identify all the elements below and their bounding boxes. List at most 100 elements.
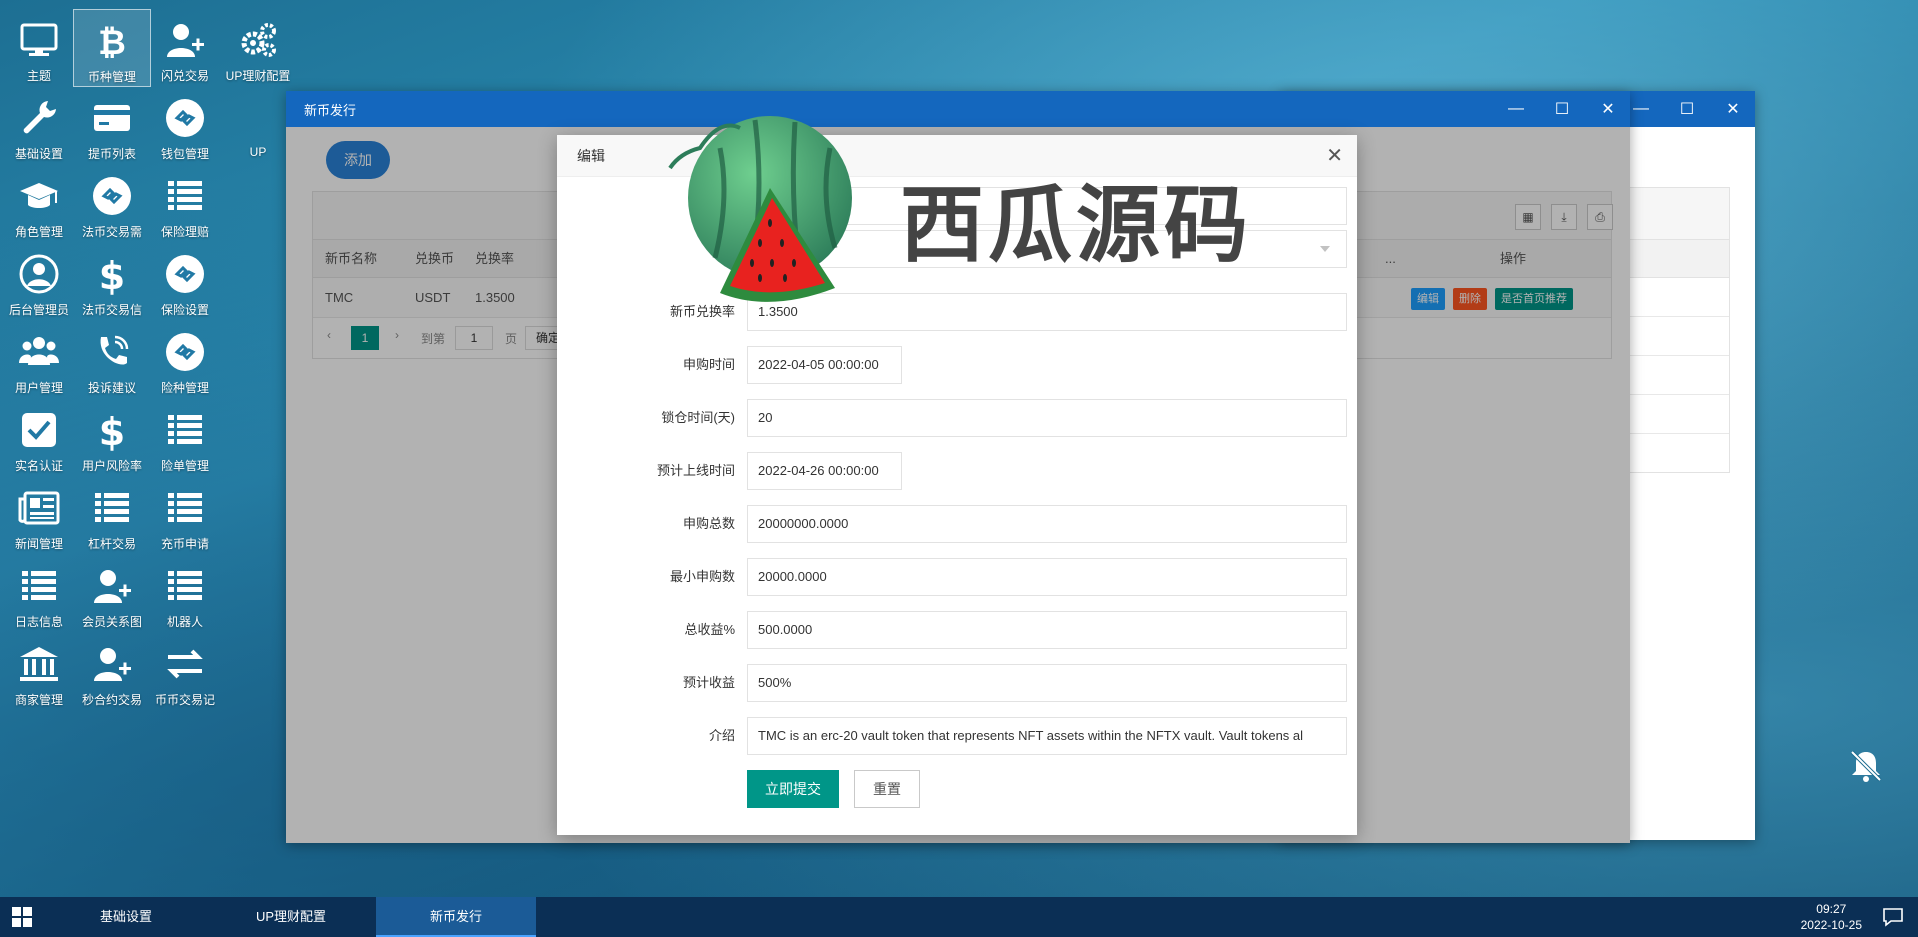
form-input[interactable]: 2022-04-05 00:00:00 xyxy=(747,346,902,384)
desktop-icon-item[interactable]: 实名认证 xyxy=(0,399,78,477)
form-input[interactable]: 20000000.0000 xyxy=(747,505,1347,543)
none xyxy=(235,95,281,141)
close-icon[interactable]: ✕ xyxy=(1326,135,1343,177)
svg-text:₿: ₿ xyxy=(98,23,126,62)
list-icon xyxy=(89,485,135,531)
currency-select[interactable] xyxy=(747,230,1347,268)
desktop-icon-item[interactable]: UP理财配置 xyxy=(219,9,297,87)
desktop-icon-label: 投诉建议 xyxy=(87,381,136,395)
desktop-icon-item[interactable]: 日志信息 xyxy=(0,555,78,633)
maximize-icon[interactable]: ☐ xyxy=(1679,99,1695,119)
desktop-icon-item[interactable]: ₿ 币种管理 xyxy=(73,9,151,87)
field-value: 500.0000 xyxy=(758,622,813,637)
desktop-icon-label: 险单管理 xyxy=(160,459,209,473)
field-label: 申购时间 xyxy=(682,357,735,372)
taskbar-item-basic-settings[interactable]: 基础设置 xyxy=(46,897,206,937)
field-label: 介绍 xyxy=(708,728,735,743)
form-input[interactable]: TMC is an erc-20 vault token that repres… xyxy=(747,717,1347,755)
form-input[interactable]: 1.3500 xyxy=(747,293,1347,331)
phone-icon xyxy=(89,329,135,375)
list-icon xyxy=(16,563,62,609)
gears-icon xyxy=(235,17,281,63)
form-row: 锁仓时间(天) 20 xyxy=(557,399,1357,437)
chat-icon[interactable] xyxy=(1882,907,1904,927)
form-input[interactable]: 500.0000 xyxy=(747,611,1347,649)
desktop-icon-item[interactable]: 角色管理 xyxy=(0,165,78,243)
desktop-icon-label: 法币交易信 xyxy=(81,303,142,317)
desktop-icon-item[interactable]: 险种管理 xyxy=(146,321,224,399)
edit-dialog[interactable]: 编辑 ✕ 新币新币兑换率 1.3500 申购时间 2022-04-05 00:00:0… xyxy=(557,135,1357,835)
list-icon xyxy=(162,407,208,453)
desktop-icon-item[interactable]: 商家管理 xyxy=(0,633,78,711)
desktop-icon-item[interactable]: 法币交易需 xyxy=(73,165,151,243)
desktop-icon-item[interactable]: 币币交易记 xyxy=(146,633,224,711)
submit-button[interactable]: 立即提交 xyxy=(747,770,839,808)
dialog-title: 编辑 xyxy=(577,148,605,164)
desktop-icon-item[interactable]: 充币申请 xyxy=(146,477,224,555)
close-icon[interactable]: ✕ xyxy=(1600,99,1616,119)
desktop-icon-item[interactable]: $ 法币交易信 xyxy=(73,243,151,321)
desktop-icon-item[interactable]: 机器人 xyxy=(146,555,224,633)
form-input[interactable]: 20 xyxy=(747,399,1347,437)
windows-start-icon[interactable] xyxy=(12,907,32,927)
desktop-icon-item[interactable]: 保险设置 xyxy=(146,243,224,321)
field-label: 预计上线时间 xyxy=(656,463,735,478)
bank-icon xyxy=(16,641,62,687)
check-square-icon xyxy=(16,407,62,453)
field-label: 总收益% xyxy=(684,622,735,637)
form-input[interactable]: 2022-04-26 00:00:00 xyxy=(747,452,902,490)
minimize-icon[interactable]: — xyxy=(1633,100,1649,118)
window-titlebar[interactable]: 新币发行 — ☐ ✕ xyxy=(286,91,1630,127)
graduation-cap-icon xyxy=(16,173,62,219)
close-icon[interactable]: ✕ xyxy=(1725,99,1741,119)
list-icon xyxy=(162,485,208,531)
desktop-icon-label: 保险设置 xyxy=(160,303,209,317)
form-input[interactable]: 500% xyxy=(747,664,1347,702)
notification-muted-icon[interactable] xyxy=(1846,746,1886,786)
maximize-icon[interactable]: ☐ xyxy=(1554,99,1570,119)
reset-button[interactable]: 重置 xyxy=(854,770,920,808)
desktop-icon-item[interactable]: 后台管理员 xyxy=(0,243,78,321)
desktop-icon-item[interactable]: 险单管理 xyxy=(146,399,224,477)
clock-date: 2022-10-25 xyxy=(1800,918,1862,932)
desktop-icon-item[interactable]: $ 用户风险率 xyxy=(73,399,151,477)
desktop-icon-label: 日志信息 xyxy=(14,615,63,629)
minimize-icon[interactable]: — xyxy=(1508,100,1524,118)
desktop-icon-label: 险种管理 xyxy=(160,381,209,395)
desktop-icon-item[interactable]: 基础设置 xyxy=(0,87,78,165)
desktop-icon-label: 后台管理员 xyxy=(8,303,69,317)
taskbar-item-coin-issue[interactable]: 新币发行 xyxy=(376,897,536,937)
desktop-icon-item[interactable]: 闪兑交易 xyxy=(146,9,224,87)
desktop-icon-item[interactable]: 杠杆交易 xyxy=(73,477,151,555)
form-row: 预计收益 500% xyxy=(557,664,1357,702)
window-title: 新币发行 xyxy=(304,102,357,118)
form-input[interactable] xyxy=(747,187,1347,225)
desktop-icon-label: 杠杆交易 xyxy=(87,537,136,551)
field-value: 20000000.0000 xyxy=(758,516,849,531)
form-row: 新 xyxy=(557,187,1357,225)
system-clock[interactable]: 09:27 2022-10-25 xyxy=(1801,901,1862,933)
desktop-icon-item[interactable]: 秒合约交易 xyxy=(73,633,151,711)
list-icon xyxy=(162,173,208,219)
desktop-icon-item[interactable]: 会员关系图 xyxy=(73,555,151,633)
card-icon xyxy=(89,95,135,141)
desktop-icon-item[interactable]: 投诉建议 xyxy=(73,321,151,399)
desktop-icon-item[interactable]: 主题 xyxy=(0,9,78,87)
desktop-icon-item[interactable]: 保险理赔 xyxy=(146,165,224,243)
desktop-icon-item[interactable]: 钱包管理 xyxy=(146,87,224,165)
form-input[interactable]: 20000.0000 xyxy=(747,558,1347,596)
desktop-icon-label: 新闻管理 xyxy=(14,537,63,551)
taskbar-item-up-config[interactable]: UP理财配置 xyxy=(211,897,371,937)
monitor-icon xyxy=(16,17,62,63)
dialog-header: 编辑 ✕ xyxy=(557,135,1357,177)
form-row: 介绍 TMC is an erc-20 vault token that repr… xyxy=(557,717,1357,755)
desktop-icon-label: 充币申请 xyxy=(160,537,209,551)
desktop-icon-item[interactable]: 用户管理 xyxy=(0,321,78,399)
desktop-icon-label: 主题 xyxy=(26,69,51,83)
field-label: 新币兑换率 xyxy=(669,304,735,319)
desktop-icon-item[interactable]: 提币列表 xyxy=(73,87,151,165)
form-row: 申购总数 20000000.0000 xyxy=(557,505,1357,543)
desktop-icon-label: 钱包管理 xyxy=(160,147,209,161)
wrench-icon xyxy=(16,95,62,141)
desktop-icon-item[interactable]: 新闻管理 xyxy=(0,477,78,555)
